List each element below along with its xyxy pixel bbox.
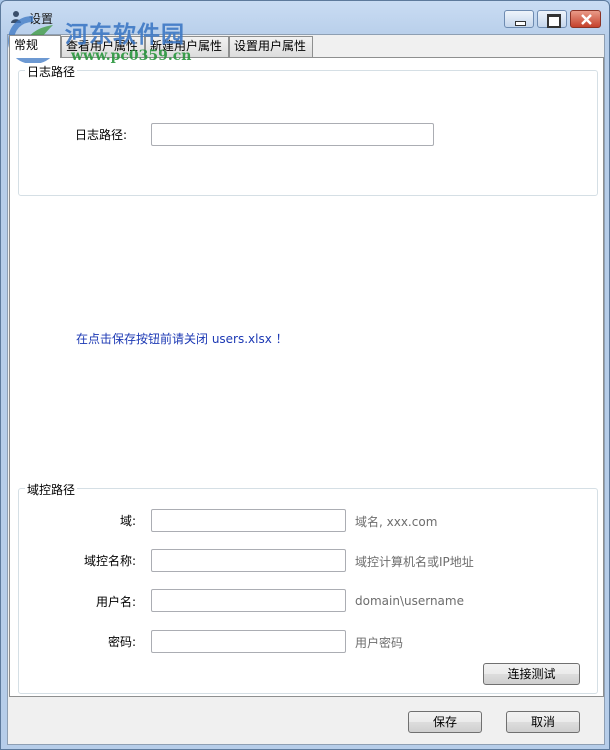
client-area: 常规 查看用户属性 新建用户属性 设置用户属性 日志路径 日志路径: 在点击保存… [7,34,605,745]
username-label: 用户名: [95,595,136,609]
log-path-input[interactable] [151,123,434,146]
username-input[interactable] [151,589,346,612]
close-file-notice: 在点击保存按钮前请关闭 users.xlsx ！ [76,332,288,346]
log-path-group-title: 日志路径 [25,63,78,80]
tab-set-user-properties[interactable]: 设置用户属性 [229,36,313,57]
dc-name-label: 域控名称: [83,554,136,568]
close-button[interactable] [570,10,601,28]
domain-input[interactable] [151,509,346,532]
tab-general[interactable]: 常规 [9,35,61,58]
log-path-group: 日志路径 日志路径: [18,63,598,196]
close-icon [581,14,592,25]
minimize-button[interactable] [504,10,534,28]
maximize-button[interactable] [537,10,567,28]
password-input[interactable] [151,630,346,653]
dc-name-input[interactable] [151,549,346,572]
window-title: 设置 [29,12,54,26]
log-path-label: 日志路径: [74,128,127,142]
tab-strip: 常规 查看用户属性 新建用户属性 设置用户属性 [8,35,604,58]
save-button[interactable]: 保存 [408,711,482,733]
domain-label: 域: [119,514,136,528]
connection-test-button[interactable]: 连接测试 [483,663,580,685]
tab-new-user-properties[interactable]: 新建用户属性 [145,36,229,57]
tab-view-user-properties[interactable]: 查看用户属性 [61,36,145,57]
password-hint: 用户密码 [355,636,404,650]
password-label: 密码: [107,635,136,649]
dc-name-hint: 域控计算机名或IP地址 [355,555,474,569]
domain-controller-group: 域控路径 域: 域名, xxx.com 域控名称: 域控计算机名或IP地址 用户… [18,481,598,694]
settings-window: 设置 常规 查看用户属性 新建用户属性 设置用户属性 日志路径 日志路径: 在点… [0,0,610,750]
app-icon [11,11,21,23]
username-hint: domain\username [355,594,464,608]
tab-panel-general: 日志路径 日志路径: 在点击保存按钮前请关闭 users.xlsx ！ 域控路径… [9,57,604,697]
cancel-button[interactable]: 取消 [506,711,580,733]
title-bar[interactable]: 设置 [1,1,609,33]
domain-controller-group-title: 域控路径 [25,481,78,498]
domain-hint: 域名, xxx.com [355,515,438,529]
